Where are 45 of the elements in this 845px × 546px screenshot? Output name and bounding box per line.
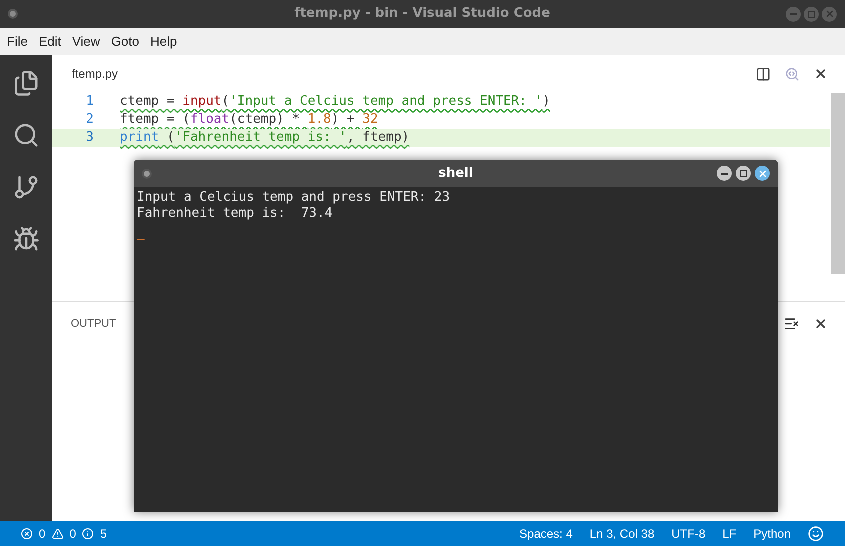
minimize-button[interactable]: [717, 166, 732, 181]
status-item[interactable]: Python: [754, 524, 791, 542]
editor-tab[interactable]: ftemp.py: [72, 65, 118, 83]
split-editor-icon[interactable]: [756, 66, 771, 82]
warning-count[interactable]: 0: [70, 524, 76, 542]
status-item[interactable]: LF: [722, 524, 737, 542]
files-icon[interactable]: [12, 70, 40, 97]
menu-item[interactable]: Goto: [107, 32, 144, 52]
info-count[interactable]: 5: [100, 524, 108, 542]
clear-output-icon[interactable]: [784, 316, 800, 332]
search-icon[interactable]: [12, 122, 40, 149]
error-icon[interactable]: [21, 528, 33, 540]
status-item[interactable]: UTF-8: [672, 524, 706, 542]
close-panel-icon[interactable]: [814, 317, 828, 331]
error-count[interactable]: 0: [39, 524, 46, 542]
status-item[interactable]: Spaces: 4: [520, 524, 573, 542]
menu-item[interactable]: File: [3, 32, 32, 52]
terminal-cursor: _: [137, 226, 145, 242]
warning-icon[interactable]: [52, 528, 64, 540]
menu-item[interactable]: Edit: [34, 32, 66, 52]
info-icon[interactable]: [82, 528, 94, 540]
maximize-button[interactable]: [736, 166, 751, 181]
window-menu-icon[interactable]: [8, 9, 18, 19]
close-icon: [824, 9, 834, 19]
status-item[interactable]: Ln 3, Col 38: [590, 524, 655, 542]
code-text: ctemp = input('Input a Celcius temp and press ENTER: '): [120, 93, 550, 112]
close-button[interactable]: [755, 166, 770, 181]
bug-icon[interactable]: [12, 226, 40, 253]
smiley-icon[interactable]: [808, 526, 824, 542]
git-branch-icon[interactable]: [12, 174, 40, 201]
window-title: ftemp.py - bin - Visual Studio Code: [294, 5, 550, 24]
menu-item[interactable]: Help: [146, 32, 182, 52]
line-number: 3: [85, 129, 95, 148]
close-icon[interactable]: [814, 67, 828, 81]
window-menu-icon[interactable]: [142, 168, 152, 178]
terminal-line: Fahrenheit temp is: 73.4: [137, 206, 334, 222]
line-number: 1: [85, 93, 95, 112]
shell-title: shell: [438, 164, 474, 183]
close-icon: [758, 168, 768, 178]
menu-item[interactable]: View: [68, 32, 104, 52]
line-number: 2: [85, 111, 95, 130]
code-text: ftemp = (float(ctemp) * 1.8) + 32: [120, 111, 378, 130]
terminal-line: Input a Celcius temp and press ENTER: 23: [137, 190, 452, 206]
code-text: print ('Fahrenheit temp is: ', ftemp): [120, 129, 410, 148]
panel-title: OUTPUT: [71, 317, 116, 332]
